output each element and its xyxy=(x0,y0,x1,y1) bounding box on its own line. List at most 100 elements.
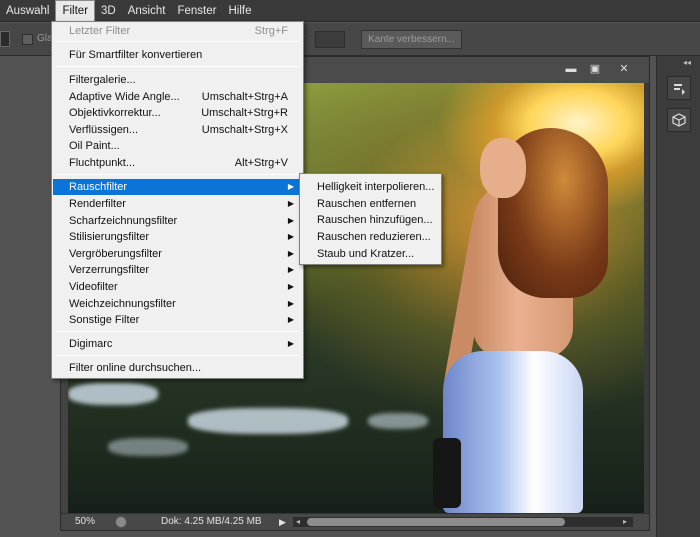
zoom-level[interactable]: 50% xyxy=(67,514,103,530)
menu-item-label: Für Smartfilter konvertieren xyxy=(69,49,203,61)
menu-item-label: Videofilter xyxy=(69,281,118,293)
menu-item-label: Verflüssigen... xyxy=(69,124,139,136)
menu-item-shortcut: Alt+Strg+V xyxy=(234,157,288,169)
status-bar: 50% Dok: 4.25 MB/4.25 MB ▶ ◂ ▸ xyxy=(61,513,649,530)
collapse-panels-icon[interactable]: ◂◂ xyxy=(683,58,691,67)
menu-ansicht[interactable]: Ansicht xyxy=(122,0,172,22)
menu-item-video[interactable]: Videofilter ▶ xyxy=(53,279,302,295)
menu-item-vanishing-point[interactable]: Fluchtpunkt... Alt+Strg+V xyxy=(53,155,302,171)
menu-item-last-filter: Letzter Filter Strg+F xyxy=(53,23,302,39)
submenu-arrow-icon: ▶ xyxy=(287,232,294,241)
menu-item-browse-online[interactable]: Filter online durchsuchen... xyxy=(53,360,302,376)
menu-item-label: Stilisierungsfilter xyxy=(69,231,150,243)
menu-hilfe[interactable]: Hilfe xyxy=(222,0,257,22)
water-reflection xyxy=(68,383,158,405)
menu-fenster[interactable]: Fenster xyxy=(171,0,222,22)
menu-item-adaptive-wide-angle[interactable]: Adaptive Wide Angle... Umschalt+Strg+A xyxy=(53,89,302,105)
menu-separator xyxy=(56,41,299,42)
water-reflection xyxy=(368,413,428,429)
menu-item-label: Fluchtpunkt... xyxy=(69,157,136,169)
menu-item-smart-filter[interactable]: Für Smartfilter konvertieren xyxy=(53,47,302,63)
menu-item-label: Verzerrungsfilter xyxy=(69,264,150,276)
menu-item-distort[interactable]: Verzerrungsfilter ▶ xyxy=(53,262,302,278)
submenu-arrow-icon: ▶ xyxy=(287,249,294,258)
menu-item-label: Sonstige Filter xyxy=(69,314,140,326)
menu-3d[interactable]: 3D xyxy=(95,0,122,22)
menu-item-label: Digimarc xyxy=(69,338,113,350)
menu-item-digimarc[interactable]: Digimarc ▶ xyxy=(53,336,302,352)
tool-preset-swatch[interactable] xyxy=(0,31,10,47)
antialias-checkbox[interactable] xyxy=(22,34,33,45)
menu-item-liquify[interactable]: Verflüssigen... Umschalt+Strg+X xyxy=(53,122,302,138)
maximize-button[interactable]: ▣ xyxy=(583,62,607,76)
menu-item-blur[interactable]: Weichzeichnungsfilter ▶ xyxy=(53,296,302,312)
menu-item-label: Weichzeichnungsfilter xyxy=(69,298,176,310)
close-button[interactable]: ✕ xyxy=(611,62,637,76)
submenu-arrow-icon: ▶ xyxy=(287,199,294,208)
menu-item-label: Oil Paint... xyxy=(69,140,120,152)
history-icon[interactable] xyxy=(667,76,691,100)
water-reflection xyxy=(108,438,188,456)
menu-item-label: Filtergalerie... xyxy=(69,74,136,86)
menu-item-pixelate[interactable]: Vergröberungsfilter ▶ xyxy=(53,246,302,262)
menu-separator xyxy=(56,174,299,175)
menu-item-shortcut: Umschalt+Strg+A xyxy=(201,91,288,103)
water-reflection xyxy=(188,408,348,434)
menu-item-label: Letzter Filter xyxy=(69,25,131,37)
submenu-arrow-icon: ▶ xyxy=(287,299,294,308)
menu-item-shortcut: Umschalt+Strg+X xyxy=(201,124,288,136)
submenu-arrow-icon: ▶ xyxy=(287,315,294,324)
menu-item-oil-paint[interactable]: Oil Paint... xyxy=(53,138,302,154)
noise-submenu: Helligkeit interpolieren... Rauschen ent… xyxy=(299,173,442,265)
menu-item-label: Renderfilter xyxy=(69,198,126,210)
submenu-item-despeckle[interactable]: Rauschen entfernen xyxy=(301,196,440,212)
menu-item-shortcut: Strg+F xyxy=(254,25,288,37)
menu-item-label: Scharfzeichnungsfilter xyxy=(69,215,178,227)
scroll-right-icon[interactable]: ▸ xyxy=(623,517,627,527)
menu-item-label: Rauschfilter xyxy=(69,181,128,193)
submenu-arrow-icon: ▶ xyxy=(287,282,294,291)
width-field[interactable] xyxy=(315,31,345,48)
3d-cube-icon[interactable] xyxy=(667,108,691,132)
menu-filter[interactable]: Filter xyxy=(55,0,96,22)
submenu-arrow-icon: ▶ xyxy=(287,182,294,191)
menu-item-shortcut: Umschalt+Strg+R xyxy=(201,107,288,119)
menu-item-label: Objektivkorrektur... xyxy=(69,107,161,119)
submenu-arrow-icon: ▶ xyxy=(287,339,294,348)
filter-menu: Letzter Filter Strg+F Für Smartfilter ko… xyxy=(51,21,304,379)
camera-object xyxy=(433,438,461,508)
menu-item-filter-gallery[interactable]: Filtergalerie... xyxy=(53,72,302,88)
scroll-left-icon[interactable]: ◂ xyxy=(296,517,300,527)
menu-item-render[interactable]: Renderfilter ▶ xyxy=(53,196,302,212)
menu-separator xyxy=(56,331,299,332)
menu-item-other[interactable]: Sonstige Filter ▶ xyxy=(53,312,302,328)
menu-item-label: Vergröberungsfilter xyxy=(69,248,162,260)
menu-item-stylize[interactable]: Stilisierungsfilter ▶ xyxy=(53,229,302,245)
menu-separator xyxy=(56,66,299,67)
status-menu-arrow-icon[interactable]: ▶ xyxy=(279,514,286,530)
vertical-scrollbar[interactable] xyxy=(644,83,649,513)
menu-auswahl[interactable]: Auswahl xyxy=(0,0,55,22)
menu-separator xyxy=(56,355,299,356)
minimize-button[interactable]: ▬ xyxy=(559,62,583,76)
figure-skirt xyxy=(443,351,583,513)
submenu-arrow-icon: ▶ xyxy=(287,216,294,225)
horizontal-scrollbar[interactable]: ◂ ▸ xyxy=(293,517,633,527)
submenu-item-add-noise[interactable]: Rauschen hinzufügen... xyxy=(301,212,440,228)
submenu-item-reduce-noise[interactable]: Rauschen reduzieren... xyxy=(301,229,440,245)
figure-head xyxy=(480,138,526,198)
menu-item-noise[interactable]: Rauschfilter ▶ xyxy=(53,179,302,195)
submenu-item-dust-scratches[interactable]: Staub und Kratzer... xyxy=(301,246,440,262)
menu-item-lens-correction[interactable]: Objektivkorrektur... Umschalt+Strg+R xyxy=(53,105,302,121)
menu-item-label: Adaptive Wide Angle... xyxy=(69,91,180,103)
menu-item-label: Filter online durchsuchen... xyxy=(69,362,202,374)
menu-item-sharpen[interactable]: Scharfzeichnungsfilter ▶ xyxy=(53,213,302,229)
right-panel-dock: ◂◂ xyxy=(656,56,700,537)
info-icon[interactable] xyxy=(115,516,127,528)
refine-edge-button[interactable]: Kante verbessern... xyxy=(361,30,462,49)
menu-bar: Auswahl Filter 3D Ansicht Fenster Hilfe xyxy=(0,0,700,22)
submenu-item-median[interactable]: Helligkeit interpolieren... xyxy=(301,179,440,195)
document-size: Dok: 4.25 MB/4.25 MB xyxy=(161,516,262,527)
scrollbar-thumb[interactable] xyxy=(307,518,565,526)
submenu-arrow-icon: ▶ xyxy=(287,265,294,274)
